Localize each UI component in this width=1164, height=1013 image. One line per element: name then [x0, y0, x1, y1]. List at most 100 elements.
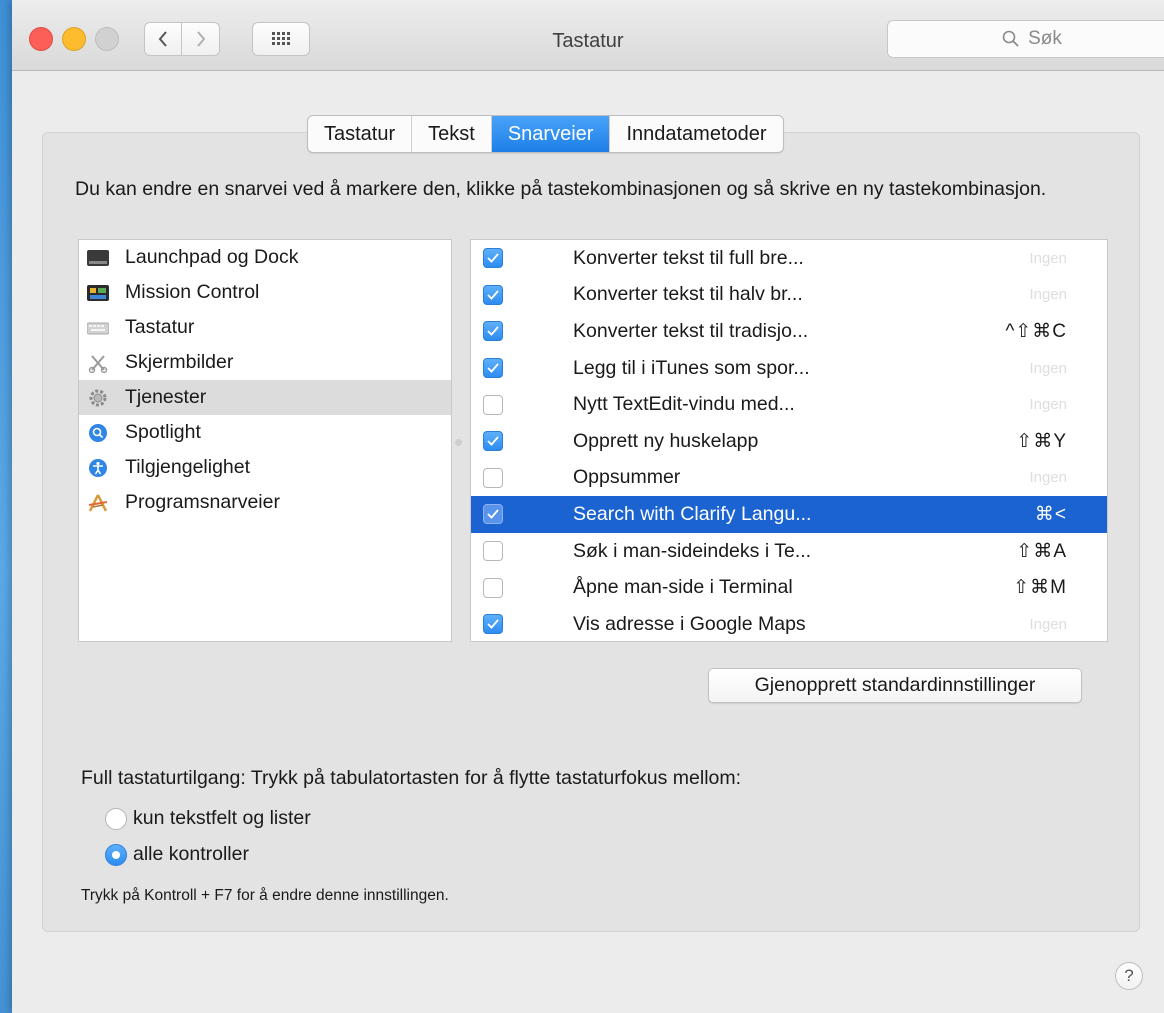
shortcut-row-selected[interactable]: Search with Clarify Langu... ⌘< — [471, 496, 1107, 533]
checkmark-icon — [487, 436, 499, 447]
shortcut-label: Oppsummer — [573, 466, 681, 489]
tab-inndatametoder[interactable]: Inndatametoder — [610, 116, 782, 152]
category-item-programsnarveier[interactable]: Programsnarveier — [79, 485, 451, 520]
shortcut-label: Nytt TextEdit-vindu med... — [573, 393, 795, 416]
shortcut-label: Åpne man-side i Terminal — [573, 576, 793, 599]
shortcut-row[interactable]: Konverter tekst til halv br... Ingen — [471, 277, 1107, 314]
enabled-checkbox[interactable] — [483, 467, 503, 488]
shortcut-key[interactable]: Ingen — [1029, 286, 1067, 303]
shortcut-label: Søk i man-sideindeks i Te... — [573, 539, 812, 562]
shortcut-row[interactable]: Nytt TextEdit-vindu med... Ingen — [471, 386, 1107, 423]
tab-tastatur[interactable]: Tastatur — [308, 116, 413, 152]
enabled-checkbox[interactable] — [483, 358, 503, 379]
shortcut-label: Konverter tekst til halv br... — [573, 283, 803, 306]
category-item-spotlight[interactable]: Spotlight — [79, 415, 451, 450]
category-item-tastatur[interactable]: Tastatur — [79, 310, 451, 345]
shortcut-key[interactable]: Ingen — [1029, 360, 1067, 377]
shortcut-key[interactable]: Ingen — [1029, 250, 1067, 267]
shortcut-row[interactable]: Opprett ny huskelapp ⇧⌘Y — [471, 423, 1107, 460]
radio-label: alle kontroller — [133, 843, 249, 865]
search-field[interactable]: Søk — [887, 20, 1164, 58]
tab-bar: Tastatur Tekst Snarveier Inndatametoder — [307, 115, 784, 153]
radio-all-controls[interactable]: alle kontroller — [105, 843, 249, 866]
enabled-checkbox[interactable] — [483, 577, 503, 598]
checkmark-icon — [487, 253, 499, 264]
enabled-checkbox[interactable] — [483, 394, 503, 415]
shortcut-label: Konverter tekst til tradisjo... — [573, 319, 809, 342]
category-label: Tilgjengelighet — [125, 456, 251, 478]
shortcut-key[interactable]: ^⇧⌘C — [1005, 320, 1067, 343]
shortcut-row[interactable]: Vis adresse i Google Maps Ingen — [471, 606, 1107, 641]
shortcut-label: Search with Clarify Langu... — [573, 502, 812, 525]
checkmark-icon — [487, 290, 499, 300]
shortcut-key[interactable]: Ingen — [1029, 396, 1067, 413]
shortcut-row[interactable]: Legg til i iTunes som spor... Ingen — [471, 350, 1107, 387]
tab-tekst[interactable]: Tekst — [412, 116, 492, 152]
category-item-mission-control[interactable]: Mission Control — [79, 275, 451, 310]
enabled-checkbox[interactable] — [483, 614, 503, 635]
radio-label: kun tekstfelt og lister — [133, 807, 311, 829]
shortcut-key[interactable]: ⇧⌘A — [1016, 540, 1067, 563]
checkmark-icon — [487, 363, 499, 373]
category-label: Mission Control — [125, 281, 260, 303]
shortcut-key[interactable]: Ingen — [1029, 469, 1067, 486]
mission-control-icon — [87, 283, 109, 303]
shortcut-key[interactable]: Ingen — [1029, 616, 1067, 633]
shortcuts-panel: Du kan endre en snarvei ved å markere de… — [42, 132, 1140, 932]
accessibility-icon — [87, 458, 109, 478]
shortcut-label: Vis adresse i Google Maps — [573, 612, 806, 635]
category-label: Skjermbilder — [125, 351, 234, 373]
gear-icon — [87, 388, 109, 408]
enabled-checkbox[interactable] — [483, 248, 503, 269]
radio-button[interactable] — [105, 843, 127, 866]
enabled-checkbox[interactable] — [483, 284, 503, 305]
restore-defaults-button[interactable]: Gjenopprett standardinnstillinger — [708, 668, 1082, 703]
category-list[interactable]: Launchpad og Dock Mission Control Tastat… — [78, 239, 452, 642]
shortcut-label: Legg til i iTunes som spor... — [573, 356, 810, 379]
shortcut-key[interactable]: ⇧⌘Y — [1016, 430, 1067, 453]
enabled-checkbox[interactable] — [483, 541, 503, 562]
shortcut-row[interactable]: Åpne man-side i Terminal ⇧⌘M — [471, 569, 1107, 606]
radio-text-fields-lists[interactable]: kun tekstfelt og lister — [105, 807, 311, 830]
spotlight-icon — [87, 423, 109, 443]
split-view-handle[interactable] — [455, 439, 462, 446]
checkmark-icon — [487, 619, 499, 630]
shortcut-key[interactable]: ⌘< — [1035, 503, 1067, 526]
preferences-window: Tastatur Søk Tastatur Tekst Snarveier In… — [12, 0, 1164, 1013]
enabled-checkbox[interactable] — [483, 504, 503, 525]
category-label: Spotlight — [125, 421, 201, 443]
help-button[interactable]: ? — [1115, 962, 1143, 990]
category-item-skjermbilder[interactable]: Skjermbilder — [79, 345, 451, 380]
launchpad-dock-icon — [87, 248, 109, 268]
shortcut-key[interactable]: ⇧⌘M — [1013, 576, 1067, 599]
radio-button[interactable] — [105, 807, 127, 830]
tab-snarveier[interactable]: Snarveier — [491, 116, 611, 152]
shortcut-row[interactable]: Søk i man-sideindeks i Te... ⇧⌘A — [471, 533, 1107, 570]
screenshot-icon — [87, 353, 109, 373]
shortcut-row[interactable]: Oppsummer Ingen — [471, 460, 1107, 497]
checkmark-icon — [487, 509, 499, 520]
search-placeholder: Søk — [1028, 28, 1062, 49]
shortcut-list[interactable]: Konverter tekst til full bre... Ingen Ko… — [470, 239, 1108, 642]
enabled-checkbox[interactable] — [483, 321, 503, 342]
title-bar: Tastatur Søk — [12, 0, 1164, 71]
category-label: Tjenester — [125, 386, 207, 408]
shortcut-row[interactable]: Konverter tekst til full bre... Ingen — [471, 240, 1107, 277]
checkmark-icon — [487, 326, 499, 337]
search-icon — [1002, 30, 1019, 47]
full-keyboard-access-label: Full tastaturtilgang: Trykk på tabulator… — [81, 767, 742, 789]
category-label: Launchpad og Dock — [125, 246, 299, 268]
app-shortcuts-icon — [87, 493, 109, 513]
keyboard-icon — [87, 318, 109, 338]
instructions-text: Du kan endre en snarvei ved å markere de… — [75, 178, 1047, 200]
category-label: Tastatur — [125, 316, 195, 338]
enabled-checkbox[interactable] — [483, 431, 503, 452]
category-label: Programsnarveier — [125, 491, 280, 513]
shortcut-row[interactable]: Konverter tekst til tradisjo... ^⇧⌘C — [471, 313, 1107, 350]
category-item-launchpad-dock[interactable]: Launchpad og Dock — [79, 240, 451, 275]
category-item-tjenester[interactable]: Tjenester — [79, 380, 451, 415]
category-item-tilgjengelighet[interactable]: Tilgjengelighet — [79, 450, 451, 485]
shortcut-label: Konverter tekst til full bre... — [573, 246, 804, 269]
hint-text: Trykk på Kontroll + F7 for å endre denne… — [81, 887, 449, 904]
shortcut-label: Opprett ny huskelapp — [573, 429, 759, 452]
